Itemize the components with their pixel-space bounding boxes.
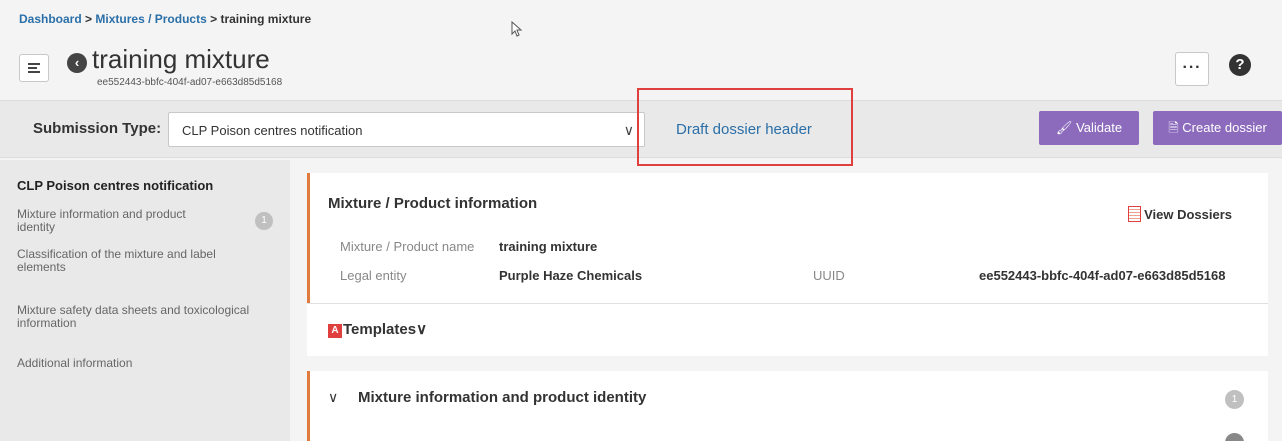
product-info-title: Mixture / Product information <box>328 195 538 212</box>
brush-icon: 🖌 <box>1055 120 1073 135</box>
highlight-annotation <box>637 88 853 166</box>
help-icon[interactable]: ? <box>1229 54 1251 76</box>
mixture-section-title[interactable]: Mixture information and product identity <box>358 389 646 406</box>
product-info-card: Mixture / Product information View Dossi… <box>307 173 1268 303</box>
submission-type-value: CLP Poison centres notification <box>182 123 363 138</box>
view-dossiers-label: View Dossiers <box>1144 207 1232 222</box>
mouse-cursor-icon <box>511 21 523 37</box>
card-accent <box>307 173 310 303</box>
submission-type-select[interactable]: CLP Poison centres notification ∨ <box>168 112 645 147</box>
page-uuid: ee552443-bbfc-404f-ad07-e663d85d5168 <box>97 77 283 88</box>
sidebar-item-badge: 1 <box>255 212 273 230</box>
create-dossier-label: Create dossier <box>1182 120 1267 135</box>
sidebar-item-additional[interactable]: Additional information <box>17 357 257 370</box>
sidebar-toggle-button[interactable] <box>19 54 49 82</box>
submission-type-label: Submission Type: <box>33 120 162 137</box>
mixture-section-card <box>307 371 1268 441</box>
sidebar-item-classification[interactable]: Classification of the mixture and label … <box>17 248 257 274</box>
product-name-value: training mixture <box>499 239 598 254</box>
more-options-button[interactable]: ··· <box>1175 52 1209 86</box>
validate-label: Validate <box>1076 120 1123 135</box>
chevron-down-icon: ∨ <box>416 321 428 338</box>
legal-entity-label: Legal entity <box>340 268 407 283</box>
breadcrumb-mixtures[interactable]: Mixtures / Products <box>95 12 206 26</box>
page-title: training mixture <box>92 44 270 74</box>
breadcrumb-dashboard[interactable]: Dashboard <box>19 12 82 26</box>
validate-button[interactable]: 🖌 Validate <box>1039 111 1139 145</box>
page-header: Dashboard > Mixtures / Products > traini… <box>0 0 1282 100</box>
file-icon: 🗎 <box>1168 120 1179 135</box>
sidebar: CLP Poison centres notification Mixture … <box>0 160 290 441</box>
breadcrumb-separator: > <box>210 12 218 26</box>
card-accent <box>307 371 310 441</box>
back-chevron-icon[interactable]: ‹ <box>67 53 87 73</box>
sidebar-item-mixture-info[interactable]: Mixture information and product identity <box>17 208 227 234</box>
sidebar-title[interactable]: CLP Poison centres notification <box>17 178 213 193</box>
chevron-down-icon[interactable]: ∨ <box>328 389 338 406</box>
templates-dropdown[interactable]: A Templates∨ <box>328 320 427 338</box>
template-icon: A <box>328 324 342 338</box>
uuid-value: ee552443-bbfc-404f-ad07-e663d85d5168 <box>979 268 1226 283</box>
product-name-label: Mixture / Product name <box>340 239 475 254</box>
document-icon <box>1128 206 1142 222</box>
legal-entity-value: Purple Haze Chemicals <box>499 268 643 283</box>
section-badge: 1 <box>1225 390 1244 409</box>
sidebar-item-safety-sheets[interactable]: Mixture safety data sheets and toxicolog… <box>17 304 277 330</box>
chevron-down-icon: ∨ <box>623 122 634 138</box>
breadcrumb-separator: > <box>85 12 93 26</box>
create-dossier-button[interactable]: 🗎 Create dossier <box>1153 111 1282 145</box>
breadcrumb: Dashboard > Mixtures / Products > traini… <box>19 12 311 26</box>
templates-label: Templates <box>343 321 417 338</box>
view-dossiers-link[interactable]: View Dossiers <box>1128 206 1232 222</box>
uuid-label: UUID <box>813 268 845 283</box>
breadcrumb-current: training mixture <box>220 12 312 26</box>
templates-row <box>307 304 1268 356</box>
menu-icon <box>28 61 40 75</box>
